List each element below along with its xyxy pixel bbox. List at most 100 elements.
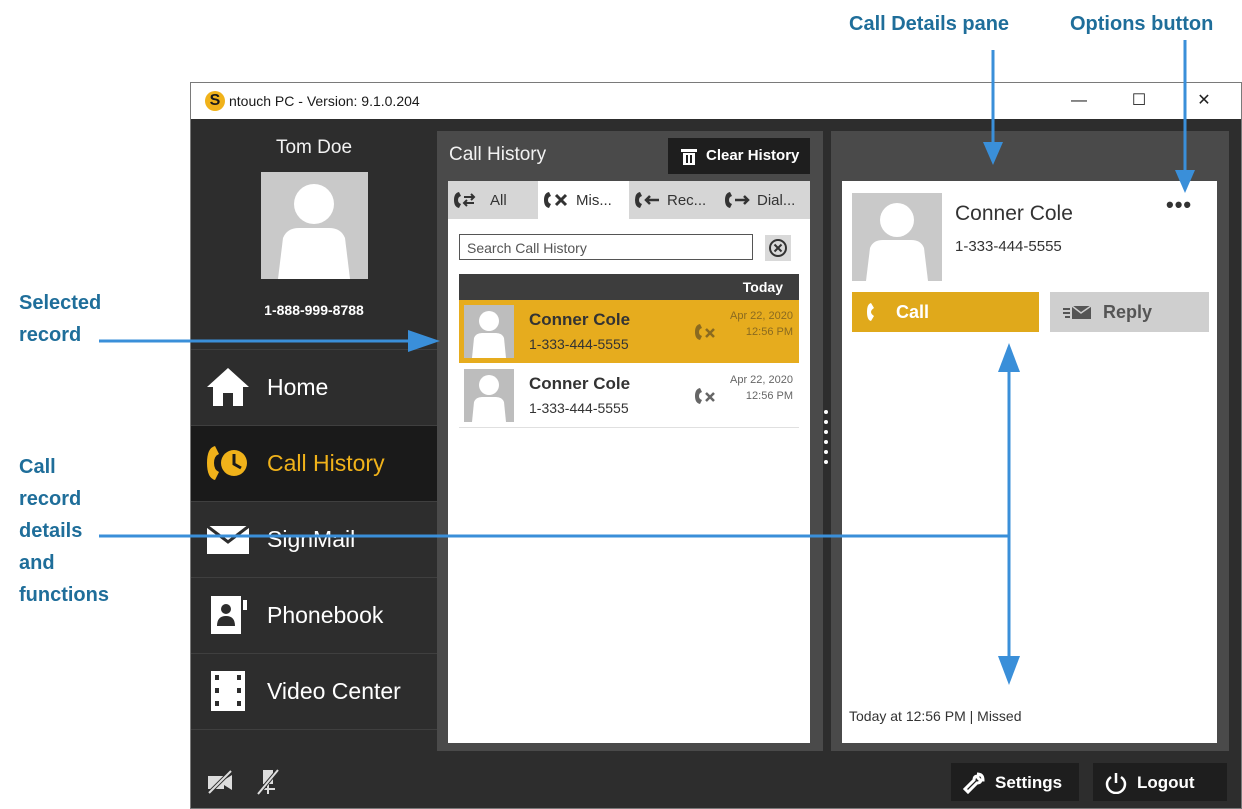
call-history-icon	[205, 442, 251, 484]
contact-silhouette-icon	[472, 311, 506, 358]
received-call-icon	[635, 192, 659, 208]
nav-call-history-label: Call History	[267, 450, 385, 476]
video-off-button[interactable]	[205, 767, 235, 797]
nav-call-history[interactable]: Call History	[191, 425, 437, 501]
call-record-callout-line3: details	[19, 520, 83, 542]
record-name: Conner Cole	[529, 310, 631, 329]
tab-dialed[interactable]: Dial...	[719, 181, 810, 219]
tab-received[interactable]: Rec...	[629, 181, 719, 219]
settings-button[interactable]: Settings	[951, 763, 1079, 801]
search-call-history-input[interactable]: Search Call History	[459, 234, 753, 260]
home-icon	[205, 366, 251, 408]
phonebook-icon	[205, 594, 251, 636]
selected-record-callout-line2: record	[19, 324, 82, 346]
day-header-label: Today	[742, 279, 783, 295]
mute-button[interactable]	[253, 767, 283, 797]
record-time: 12:56 PM	[745, 326, 793, 338]
wrench-icon	[963, 772, 985, 794]
call-details-pane-callout: Call Details pane	[849, 13, 1010, 35]
user-phone: 1-888-999-8788	[264, 302, 364, 318]
tab-received-label: Rec...	[667, 192, 707, 209]
microphone-off-icon	[256, 768, 280, 796]
nav-phonebook[interactable]: Phonebook	[191, 577, 437, 653]
minimize-button[interactable]: —	[1056, 83, 1102, 119]
reply-envelope-icon	[1063, 305, 1092, 319]
search-placeholder: Search Call History	[467, 240, 587, 256]
record-date: Apr 22, 2020	[730, 310, 793, 322]
tab-missed[interactable]: Mis...	[538, 181, 629, 219]
call-details-card: Conner Cole 1-333-444-5555 ••• Call Repl…	[842, 181, 1217, 743]
tab-missed-label: Mis...	[576, 192, 612, 209]
contact-avatar	[464, 369, 514, 422]
call-record-row[interactable]: Conner Cole 1-333-444-5555 Apr 22, 2020 1…	[459, 300, 799, 363]
pane-splitter-handle[interactable]	[823, 410, 829, 470]
reply-button-label: Reply	[1103, 302, 1153, 322]
options-button[interactable]: •••	[1166, 194, 1206, 219]
day-header: Today	[459, 274, 799, 300]
nav-signmail[interactable]: SignMail	[191, 501, 437, 577]
record-date: Apr 22, 2020	[730, 374, 793, 386]
title-bar: S ntouch PC - Version: 9.1.0.204 — ☐ ✕	[191, 83, 1241, 119]
nav-home[interactable]: Home	[191, 349, 437, 425]
user-avatar	[261, 172, 368, 279]
clear-history-label: Clear History	[706, 147, 800, 164]
details-contact-phone: 1-333-444-5555	[955, 238, 1062, 255]
video-off-icon	[207, 769, 233, 795]
tab-all[interactable]: All	[448, 181, 538, 219]
search-clear-button[interactable]	[765, 235, 791, 261]
nav-home-label: Home	[267, 374, 329, 400]
options-button-callout: Options button	[1070, 13, 1214, 35]
call-status-text: Today at 12:56 PM | Missed	[849, 708, 1022, 724]
logout-label: Logout	[1137, 773, 1195, 792]
call-record-callout-line5: functions	[19, 584, 109, 606]
nav-phonebook-label: Phonebook	[267, 602, 384, 628]
all-calls-icon	[454, 192, 476, 208]
missed-call-icon	[544, 192, 568, 208]
record-phone: 1-333-444-5555	[529, 336, 629, 352]
ntouch-logo-icon: S	[205, 91, 225, 111]
sidebar: Tom Doe 1-888-999-8788 Home Call History…	[191, 119, 437, 808]
settings-label: Settings	[995, 773, 1063, 792]
nav-divider	[191, 729, 437, 730]
record-datetime: Apr 22, 2020 12:56 PM	[730, 372, 793, 404]
maximize-button[interactable]: ☐	[1116, 83, 1162, 119]
call-filter-tabs: All Mis... Rec... Dial...	[448, 181, 810, 219]
record-datetime: Apr 22, 2020 12:56 PM	[730, 308, 793, 340]
user-name: Tom Doe	[275, 137, 353, 158]
tab-all-label: All	[490, 192, 507, 209]
film-icon	[205, 670, 251, 712]
clear-history-button[interactable]: Clear History	[668, 138, 810, 174]
call-record-callout-line1: Call	[19, 456, 56, 478]
contact-silhouette-icon	[866, 203, 928, 281]
user-silhouette-icon	[278, 184, 350, 279]
missed-call-icon	[695, 322, 721, 342]
record-time: 12:56 PM	[745, 390, 793, 402]
record-phone: 1-333-444-5555	[529, 400, 629, 416]
nav-signmail-label: SignMail	[267, 526, 356, 552]
tab-dialed-label: Dial...	[757, 192, 796, 209]
ntouch-window: S ntouch PC - Version: 9.1.0.204 — ☐ ✕ T…	[190, 82, 1242, 809]
logout-button[interactable]: Logout	[1093, 763, 1227, 801]
call-button[interactable]: Call	[852, 292, 1039, 332]
dialed-call-icon	[725, 192, 750, 208]
close-button[interactable]: ✕	[1181, 83, 1227, 119]
clear-circle-icon	[769, 239, 787, 257]
call-record-callout-line4: and	[19, 552, 55, 574]
trash-icon	[681, 149, 697, 165]
details-contact-name: Conner Cole	[955, 202, 1073, 225]
call-history-list-area: All Mis... Rec... Dial... Search Call Hi…	[448, 181, 810, 743]
contact-silhouette-icon	[472, 375, 506, 422]
phone-icon	[867, 303, 874, 321]
nav-video-center[interactable]: Video Center	[191, 653, 437, 729]
call-details-pane: Conner Cole 1-333-444-5555 ••• Call Repl…	[831, 131, 1229, 751]
call-history-title: Call History	[449, 144, 547, 165]
record-name: Conner Cole	[529, 374, 631, 393]
power-icon	[1105, 773, 1127, 794]
reply-button[interactable]: Reply	[1050, 292, 1209, 332]
bottom-bar: Settings Logout	[191, 751, 1241, 808]
call-button-label: Call	[896, 302, 930, 322]
call-record-callout-line2: record	[19, 488, 82, 510]
call-record-row[interactable]: Conner Cole 1-333-444-5555 Apr 22, 2020 1…	[459, 364, 799, 428]
selected-record-callout-line1: Selected	[19, 292, 102, 314]
details-avatar	[852, 193, 942, 281]
